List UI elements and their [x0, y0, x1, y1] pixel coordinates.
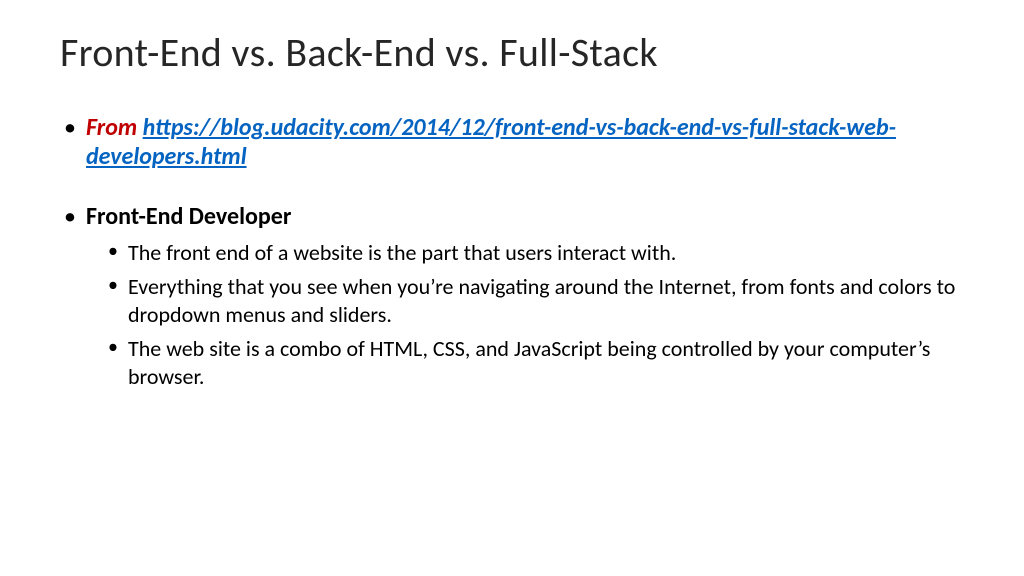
bullet-list: From https://blog.udacity.com/2014/12/fr… — [62, 113, 964, 392]
section-heading: Front-End Developer — [86, 202, 291, 231]
source-link[interactable]: https://blog.udacity.com/2014/12/front-e… — [86, 113, 896, 171]
sub-bullet-list: The front end of a website is the part t… — [108, 239, 964, 392]
slide: Front-End vs. Back-End vs. Full-Stack Fr… — [0, 0, 1024, 576]
from-label: From — [86, 113, 137, 142]
list-item: Everything that you see when you’re navi… — [108, 273, 964, 329]
list-item: The front end of a website is the part t… — [108, 239, 964, 267]
section-bullet: Front-End Developer The front end of a w… — [62, 202, 964, 392]
slide-title: Front-End vs. Back-End vs. Full-Stack — [60, 28, 964, 77]
source-bullet: From https://blog.udacity.com/2014/12/fr… — [62, 113, 964, 172]
list-item: The web site is a combo of HTML, CSS, an… — [108, 335, 964, 391]
